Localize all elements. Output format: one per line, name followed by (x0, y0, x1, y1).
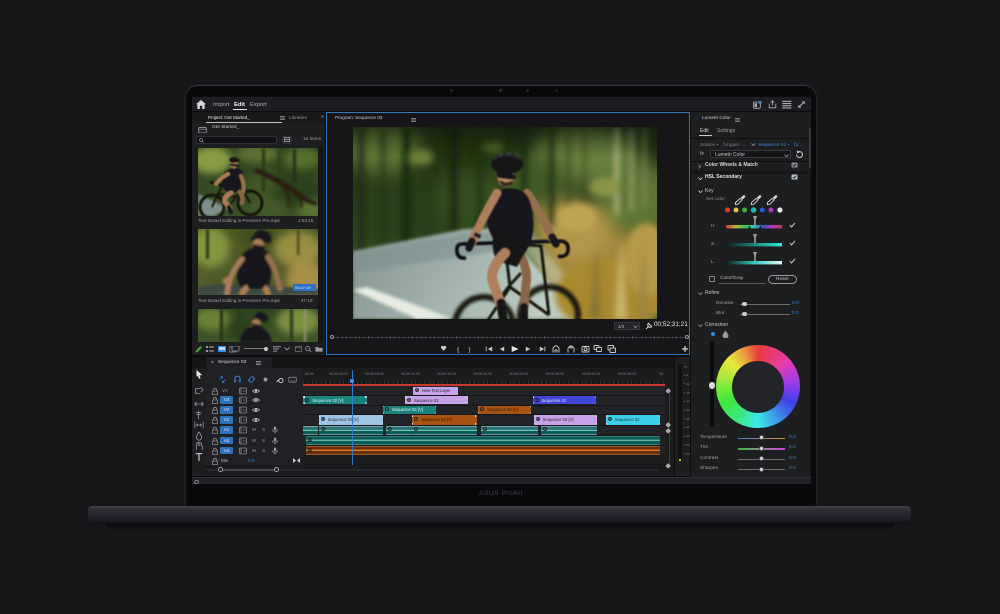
svg-text:00;47;18: 00;47;18 (295, 285, 311, 290)
svg-text:}: } (469, 347, 472, 354)
svg-text:{: { (457, 347, 460, 354)
